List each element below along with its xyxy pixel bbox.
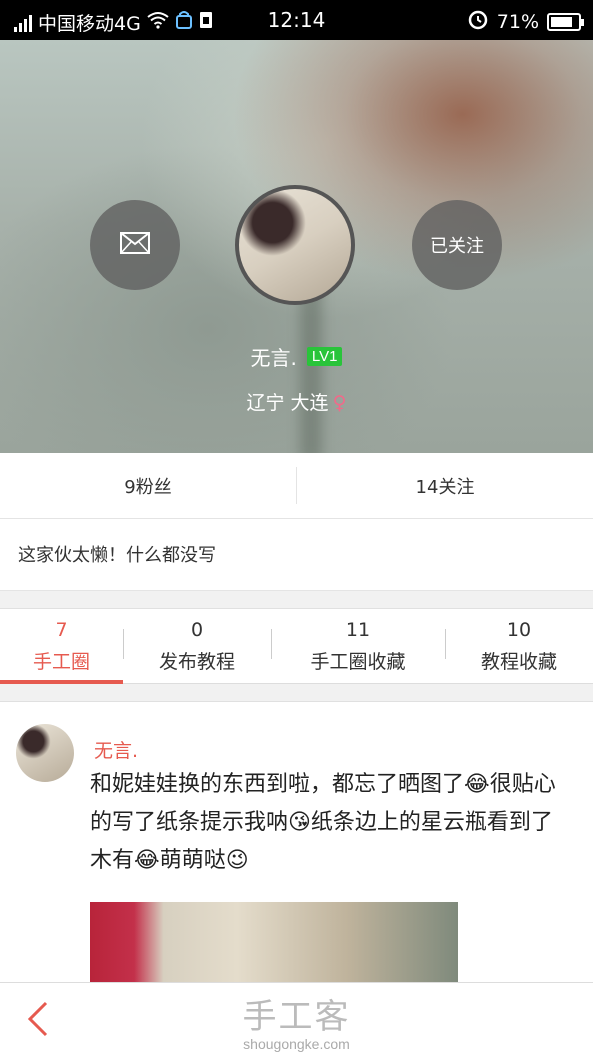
profile-header: 已关注 无言. LV1 辽宁 大连 ♀ <box>0 40 593 453</box>
post-text: 和妮娃娃换的东西到啦，都忘了晒图了😂很贴心的写了纸条提示我呐😘纸条边上的星云瓶看… <box>90 772 556 873</box>
content-tabs: 7 手工圈 0 发布教程 11 手工圈收藏 10 教程收藏 <box>0 609 593 684</box>
mail-icon <box>120 231 150 259</box>
brand-url: shougongke.com <box>243 1036 350 1052</box>
female-icon: ♀ <box>332 392 347 414</box>
tab-published-tutorials[interactable]: 0 发布教程 <box>123 609 271 683</box>
username: 无言. <box>250 346 297 370</box>
divider <box>0 684 593 702</box>
tab-label: 发布教程 <box>158 650 235 673</box>
tab-count: 11 <box>345 618 371 641</box>
post-image[interactable] <box>90 902 458 982</box>
brand-name: 手工客 <box>242 997 351 1037</box>
tab-handcraft-circle[interactable]: 7 手工圈 <box>0 609 123 684</box>
tab-label: 手工圈 <box>32 650 90 673</box>
message-button[interactable] <box>90 200 180 290</box>
brand-watermark: 手工客 shougongke.com <box>0 989 593 1052</box>
profile-avatar[interactable] <box>235 185 355 305</box>
divider <box>0 591 593 609</box>
tab-count: 0 <box>190 618 204 641</box>
post-card[interactable]: 无言. 和妮娃娃换的东西到啦，都忘了晒图了😂很贴心的写了纸条提示我呐😘纸条边上的… <box>0 702 593 982</box>
location-text: 辽宁 大连 <box>246 392 329 414</box>
tab-label: 教程收藏 <box>480 650 557 673</box>
bottom-bar: 手工客 shougongke.com <box>0 982 593 1054</box>
alarm-icon <box>467 8 489 35</box>
tab-circle-favorites[interactable]: 11 手工圈收藏 <box>271 609 445 683</box>
tab-count: 10 <box>506 618 532 641</box>
tab-count: 7 <box>55 618 68 641</box>
follow-button-label: 已关注 <box>430 236 484 257</box>
fans-count[interactable]: 9粉丝 <box>0 453 296 518</box>
tab-tutorial-favorites[interactable]: 10 教程收藏 <box>445 609 593 683</box>
post-author[interactable]: 无言. <box>94 736 138 763</box>
stats-bar: 9粉丝 14关注 <box>0 453 593 519</box>
following-count[interactable]: 14关注 <box>296 467 593 504</box>
tab-label: 手工圈收藏 <box>310 650 406 673</box>
level-badge: LV1 <box>306 347 343 366</box>
avatar[interactable] <box>16 724 74 782</box>
battery-percent: 71% <box>496 10 539 33</box>
battery-icon <box>547 12 584 31</box>
status-bar: 中国移动4G 12:14 71% <box>0 0 593 40</box>
follow-button[interactable]: 已关注 <box>412 200 502 290</box>
bio-text: 这家伙太懒！什么都没写 <box>0 519 593 591</box>
